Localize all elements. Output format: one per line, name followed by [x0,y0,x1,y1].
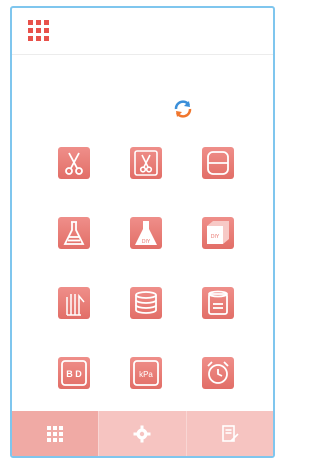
refresh-icon[interactable] [172,98,194,120]
flask-icon [63,221,85,245]
box-diy-label: DIY [211,234,220,240]
edit-document-icon [222,424,239,442]
scissors-box-icon [134,150,158,176]
bd-icon: B D [61,360,87,386]
glove-icon [66,293,85,316]
grid-menu-icon[interactable] [28,20,50,42]
jar-tile[interactable] [202,287,234,319]
pressure-tile[interactable]: kPa [130,357,162,389]
bottom-tab-bar [12,411,273,456]
tab-records[interactable] [185,411,273,456]
kpa-icon: kPa [133,360,159,386]
jar-icon [208,290,228,315]
alarm-clock-icon [207,361,229,384]
flask-diy-icon: DIY [135,221,157,245]
bd-test-tile[interactable]: B D [58,357,90,389]
gear-icon [133,425,151,442]
tab-settings[interactable] [98,411,185,456]
grid-icon [47,425,64,442]
box-diy-tile[interactable]: DIY [202,217,234,249]
stack-icon [135,291,157,314]
alarm-tile[interactable] [202,357,234,389]
scissors-icon [65,152,83,175]
scissors-box-tile[interactable] [130,147,162,179]
kpa-label: kPa [139,370,153,379]
flask-diy-tile[interactable]: DIY [130,217,162,249]
dish-icon [207,151,229,175]
tab-home[interactable] [12,411,99,456]
flask-tile[interactable] [58,217,90,249]
dish-tile[interactable] [202,147,234,179]
flask-diy-label: DIY [142,239,151,245]
glove-tile[interactable] [58,287,90,319]
top-bar [12,8,273,55]
scissors-tile[interactable] [58,147,90,179]
box-diy-icon: DIY [207,221,229,244]
stack-tile[interactable] [130,287,162,319]
bd-label: B D [66,369,82,379]
app-window: DIY DIY B D kPa [10,6,275,458]
